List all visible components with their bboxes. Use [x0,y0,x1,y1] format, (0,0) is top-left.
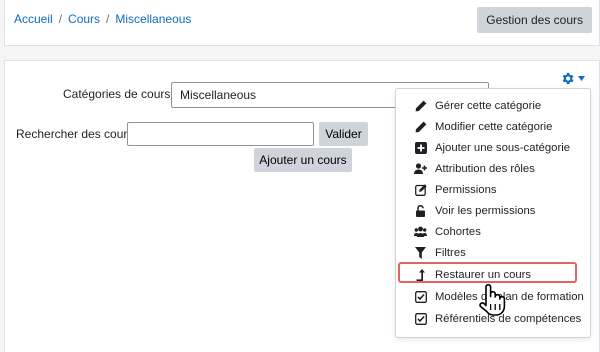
menu-item-label: Cohortes [435,225,481,238]
category-label: Catégories de cours: [63,87,174,101]
menu-item-label: Permissions [435,183,497,196]
check-square-icon [414,290,427,303]
menu-item-permissions[interactable]: Permissions [396,179,592,200]
search-courses-input[interactable] [127,122,314,146]
menu-item-cohorts[interactable]: Cohortes [396,221,592,242]
hand-pointer-cursor-icon [478,282,508,321]
gear-icon [560,71,575,86]
manage-courses-button[interactable]: Gestion des cours [477,7,592,33]
menu-item-label: Filtres [435,246,466,259]
menu-item-label: Modifier cette catégorie [435,120,553,133]
menu-item-view-permissions[interactable]: Voir les permissions [396,200,592,221]
add-course-button[interactable]: Ajouter un cours [254,148,352,172]
search-submit-button[interactable]: Valider [319,122,368,146]
search-courses-label: Rechercher des cours [16,127,134,141]
users-icon [414,225,427,238]
menu-item-label: Ajouter une sous-catégorie [435,141,571,154]
breadcrumb-category-link[interactable]: Miscellaneous [115,12,191,26]
edit-square-icon [414,183,427,196]
unlock-icon [414,204,427,217]
pencil-icon [414,120,427,133]
settings-menu-toggle[interactable] [560,71,585,86]
menu-item-edit-category[interactable]: Modifier cette catégorie [396,116,592,137]
menu-item-label: Modèles de plan de formation [435,290,584,303]
restore-course-highlight [398,262,577,283]
filter-icon [414,246,427,259]
menu-item-label: Référentiels de compétences [435,312,582,325]
menu-item-label: Voir les permissions [435,204,536,217]
plus-square-icon [414,141,427,154]
menu-item-label: Attribution des rôles [435,162,535,175]
breadcrumb-courses-link[interactable]: Cours [68,12,100,26]
menu-item-manage-category[interactable]: Gérer cette catégorie [396,95,592,116]
menu-item-filters[interactable]: Filtres [396,242,592,263]
pencil-icon [414,99,427,112]
menu-item-assign-roles[interactable]: Attribution des rôles [396,158,592,179]
breadcrumb-separator: / [58,12,63,26]
menu-item-label: Gérer cette catégorie [435,99,542,112]
breadcrumb-home-link[interactable]: Accueil [14,12,53,26]
menu-item-add-subcategory[interactable]: Ajouter une sous-catégorie [396,137,592,158]
user-plus-icon [414,162,427,175]
breadcrumb: Accueil / Cours / Miscellaneous [14,12,191,26]
caret-down-icon [578,76,585,81]
breadcrumb-separator: / [106,12,110,26]
check-square-icon [414,312,427,325]
